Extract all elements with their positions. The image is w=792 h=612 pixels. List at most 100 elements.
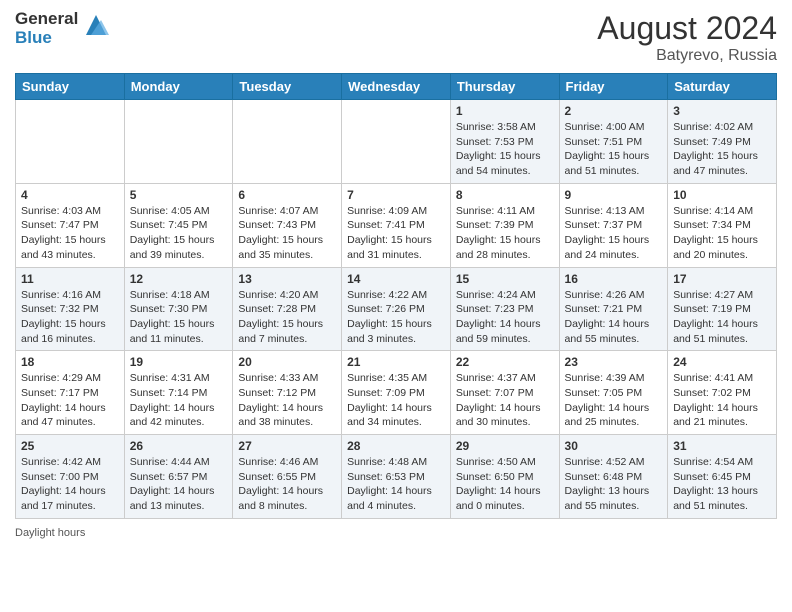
- day-info: Sunrise: 4:05 AM Sunset: 7:45 PM Dayligh…: [130, 204, 228, 263]
- calendar-cell: 10 Sunrise: 4:14 AM Sunset: 7:34 PM Dayli…: [668, 183, 777, 267]
- day-info: Sunrise: 4:02 AM Sunset: 7:49 PM Dayligh…: [673, 120, 771, 179]
- column-header-sunday: Sunday: [16, 74, 125, 100]
- day-info: Sunrise: 4:35 AM Sunset: 7:09 PM Dayligh…: [347, 371, 445, 430]
- calendar-cell: 17Sunrise: 4:27 AM Sunset: 7:19 PM Dayli…: [668, 267, 777, 351]
- calendar-cell: 29 Sunrise: 4:50 AM Sunset: 6:50 PM Dayli…: [450, 435, 559, 519]
- day-number: 15: [456, 272, 554, 286]
- day-info: Sunrise: 4:48 AM Sunset: 6:53 PM Dayligh…: [347, 455, 445, 514]
- day-number: 19: [130, 355, 228, 369]
- calendar-table: SundayMondayTuesdayWednesdayThursdayFrid…: [15, 73, 777, 519]
- day-number: 4: [21, 188, 119, 202]
- day-info: Sunrise: 4:54 AM Sunset: 6:45 PM Dayligh…: [673, 455, 771, 514]
- page-header: General Blue August 2024 Batyrevo, Russi…: [15, 10, 777, 65]
- calendar-cell: 4 Sunrise: 4:03 AM Sunset: 7:47 PM Daylig…: [16, 183, 125, 267]
- calendar-cell: 14 Sunrise: 4:22 AM Sunset: 7:26 PM Dayli…: [342, 267, 451, 351]
- calendar-cell: 6Sunrise: 4:07 AM Sunset: 7:43 PM Daylig…: [233, 183, 342, 267]
- day-number: 12: [130, 272, 228, 286]
- calendar-cell: 7 Sunrise: 4:09 AM Sunset: 7:41 PM Daylig…: [342, 183, 451, 267]
- day-info: Sunrise: 4:14 AM Sunset: 7:34 PM Dayligh…: [673, 204, 771, 263]
- day-info: Sunrise: 4:00 AM Sunset: 7:51 PM Dayligh…: [565, 120, 663, 179]
- calendar-cell: 31 Sunrise: 4:54 AM Sunset: 6:45 PM Dayli…: [668, 435, 777, 519]
- column-header-monday: Monday: [124, 74, 233, 100]
- daylight-label: Daylight hours: [15, 527, 85, 539]
- calendar-cell: 19 Sunrise: 4:31 AM Sunset: 7:14 PM Dayli…: [124, 351, 233, 435]
- calendar-cell: 22Sunrise: 4:37 AM Sunset: 7:07 PM Dayli…: [450, 351, 559, 435]
- day-number: 10: [673, 188, 771, 202]
- day-number: 1: [456, 104, 554, 118]
- calendar-cell: 1 Sunrise: 3:58 AM Sunset: 7:53 PM Daylig…: [450, 100, 559, 184]
- calendar-cell: 16 Sunrise: 4:26 AM Sunset: 7:21 PM Dayli…: [559, 267, 668, 351]
- calendar-cell: 27Sunrise: 4:46 AM Sunset: 6:55 PM Dayli…: [233, 435, 342, 519]
- calendar-cell: 15 Sunrise: 4:24 AM Sunset: 7:23 PM Dayli…: [450, 267, 559, 351]
- month-year-title: August 2024: [597, 10, 777, 47]
- calendar-week-1: 1 Sunrise: 3:58 AM Sunset: 7:53 PM Daylig…: [16, 100, 777, 184]
- calendar-cell: 5 Sunrise: 4:05 AM Sunset: 7:45 PM Daylig…: [124, 183, 233, 267]
- day-number: 23: [565, 355, 663, 369]
- day-number: 9: [565, 188, 663, 202]
- day-number: 26: [130, 439, 228, 453]
- day-info: Sunrise: 3:58 AM Sunset: 7:53 PM Dayligh…: [456, 120, 554, 179]
- day-info: Sunrise: 4:07 AM Sunset: 7:43 PM Dayligh…: [238, 204, 336, 263]
- day-info: Sunrise: 4:09 AM Sunset: 7:41 PM Dayligh…: [347, 204, 445, 263]
- calendar-cell: 23Sunrise: 4:39 AM Sunset: 7:05 PM Dayli…: [559, 351, 668, 435]
- day-number: 14: [347, 272, 445, 286]
- day-number: 11: [21, 272, 119, 286]
- day-number: 25: [21, 439, 119, 453]
- calendar-cell: [342, 100, 451, 184]
- day-number: 21: [347, 355, 445, 369]
- logo-general: General: [15, 10, 78, 29]
- day-info: Sunrise: 4:31 AM Sunset: 7:14 PM Dayligh…: [130, 371, 228, 430]
- column-header-thursday: Thursday: [450, 74, 559, 100]
- day-number: 30: [565, 439, 663, 453]
- day-number: 13: [238, 272, 336, 286]
- day-number: 16: [565, 272, 663, 286]
- column-header-friday: Friday: [559, 74, 668, 100]
- day-info: Sunrise: 4:03 AM Sunset: 7:47 PM Dayligh…: [21, 204, 119, 263]
- day-info: Sunrise: 4:29 AM Sunset: 7:17 PM Dayligh…: [21, 371, 119, 430]
- day-number: 17: [673, 272, 771, 286]
- calendar-cell: 20Sunrise: 4:33 AM Sunset: 7:12 PM Dayli…: [233, 351, 342, 435]
- calendar-cell: 9 Sunrise: 4:13 AM Sunset: 7:37 PM Daylig…: [559, 183, 668, 267]
- logo-blue: Blue: [15, 29, 78, 48]
- calendar-cell: [124, 100, 233, 184]
- day-number: 31: [673, 439, 771, 453]
- day-info: Sunrise: 4:44 AM Sunset: 6:57 PM Dayligh…: [130, 455, 228, 514]
- calendar-week-4: 18Sunrise: 4:29 AM Sunset: 7:17 PM Dayli…: [16, 351, 777, 435]
- day-info: Sunrise: 4:13 AM Sunset: 7:37 PM Dayligh…: [565, 204, 663, 263]
- calendar-cell: 28 Sunrise: 4:48 AM Sunset: 6:53 PM Dayli…: [342, 435, 451, 519]
- day-number: 5: [130, 188, 228, 202]
- day-info: Sunrise: 4:42 AM Sunset: 7:00 PM Dayligh…: [21, 455, 119, 514]
- calendar-cell: 18Sunrise: 4:29 AM Sunset: 7:17 PM Dayli…: [16, 351, 125, 435]
- calendar-week-3: 11 Sunrise: 4:16 AM Sunset: 7:32 PM Dayli…: [16, 267, 777, 351]
- day-number: 28: [347, 439, 445, 453]
- day-info: Sunrise: 4:16 AM Sunset: 7:32 PM Dayligh…: [21, 288, 119, 347]
- column-header-tuesday: Tuesday: [233, 74, 342, 100]
- day-number: 8: [456, 188, 554, 202]
- calendar-cell: [233, 100, 342, 184]
- day-info: Sunrise: 4:26 AM Sunset: 7:21 PM Dayligh…: [565, 288, 663, 347]
- calendar-week-2: 4 Sunrise: 4:03 AM Sunset: 7:47 PM Daylig…: [16, 183, 777, 267]
- day-info: Sunrise: 4:11 AM Sunset: 7:39 PM Dayligh…: [456, 204, 554, 263]
- day-number: 3: [673, 104, 771, 118]
- calendar-cell: 2Sunrise: 4:00 AM Sunset: 7:51 PM Daylig…: [559, 100, 668, 184]
- location-subtitle: Batyrevo, Russia: [597, 47, 777, 65]
- calendar-cell: 8 Sunrise: 4:11 AM Sunset: 7:39 PM Daylig…: [450, 183, 559, 267]
- day-info: Sunrise: 4:46 AM Sunset: 6:55 PM Dayligh…: [238, 455, 336, 514]
- day-info: Sunrise: 4:22 AM Sunset: 7:26 PM Dayligh…: [347, 288, 445, 347]
- day-number: 20: [238, 355, 336, 369]
- calendar-cell: [16, 100, 125, 184]
- calendar-week-5: 25 Sunrise: 4:42 AM Sunset: 7:00 PM Dayli…: [16, 435, 777, 519]
- calendar-cell: 26 Sunrise: 4:44 AM Sunset: 6:57 PM Dayli…: [124, 435, 233, 519]
- calendar-header-row: SundayMondayTuesdayWednesdayThursdayFrid…: [16, 74, 777, 100]
- day-number: 7: [347, 188, 445, 202]
- day-info: Sunrise: 4:50 AM Sunset: 6:50 PM Dayligh…: [456, 455, 554, 514]
- day-info: Sunrise: 4:24 AM Sunset: 7:23 PM Dayligh…: [456, 288, 554, 347]
- logo-icon: [81, 10, 111, 40]
- calendar-cell: 24Sunrise: 4:41 AM Sunset: 7:02 PM Dayli…: [668, 351, 777, 435]
- day-number: 29: [456, 439, 554, 453]
- day-info: Sunrise: 4:18 AM Sunset: 7:30 PM Dayligh…: [130, 288, 228, 347]
- column-header-wednesday: Wednesday: [342, 74, 451, 100]
- title-block: August 2024 Batyrevo, Russia: [597, 10, 777, 65]
- day-info: Sunrise: 4:52 AM Sunset: 6:48 PM Dayligh…: [565, 455, 663, 514]
- calendar-cell: 30 Sunrise: 4:52 AM Sunset: 6:48 PM Dayli…: [559, 435, 668, 519]
